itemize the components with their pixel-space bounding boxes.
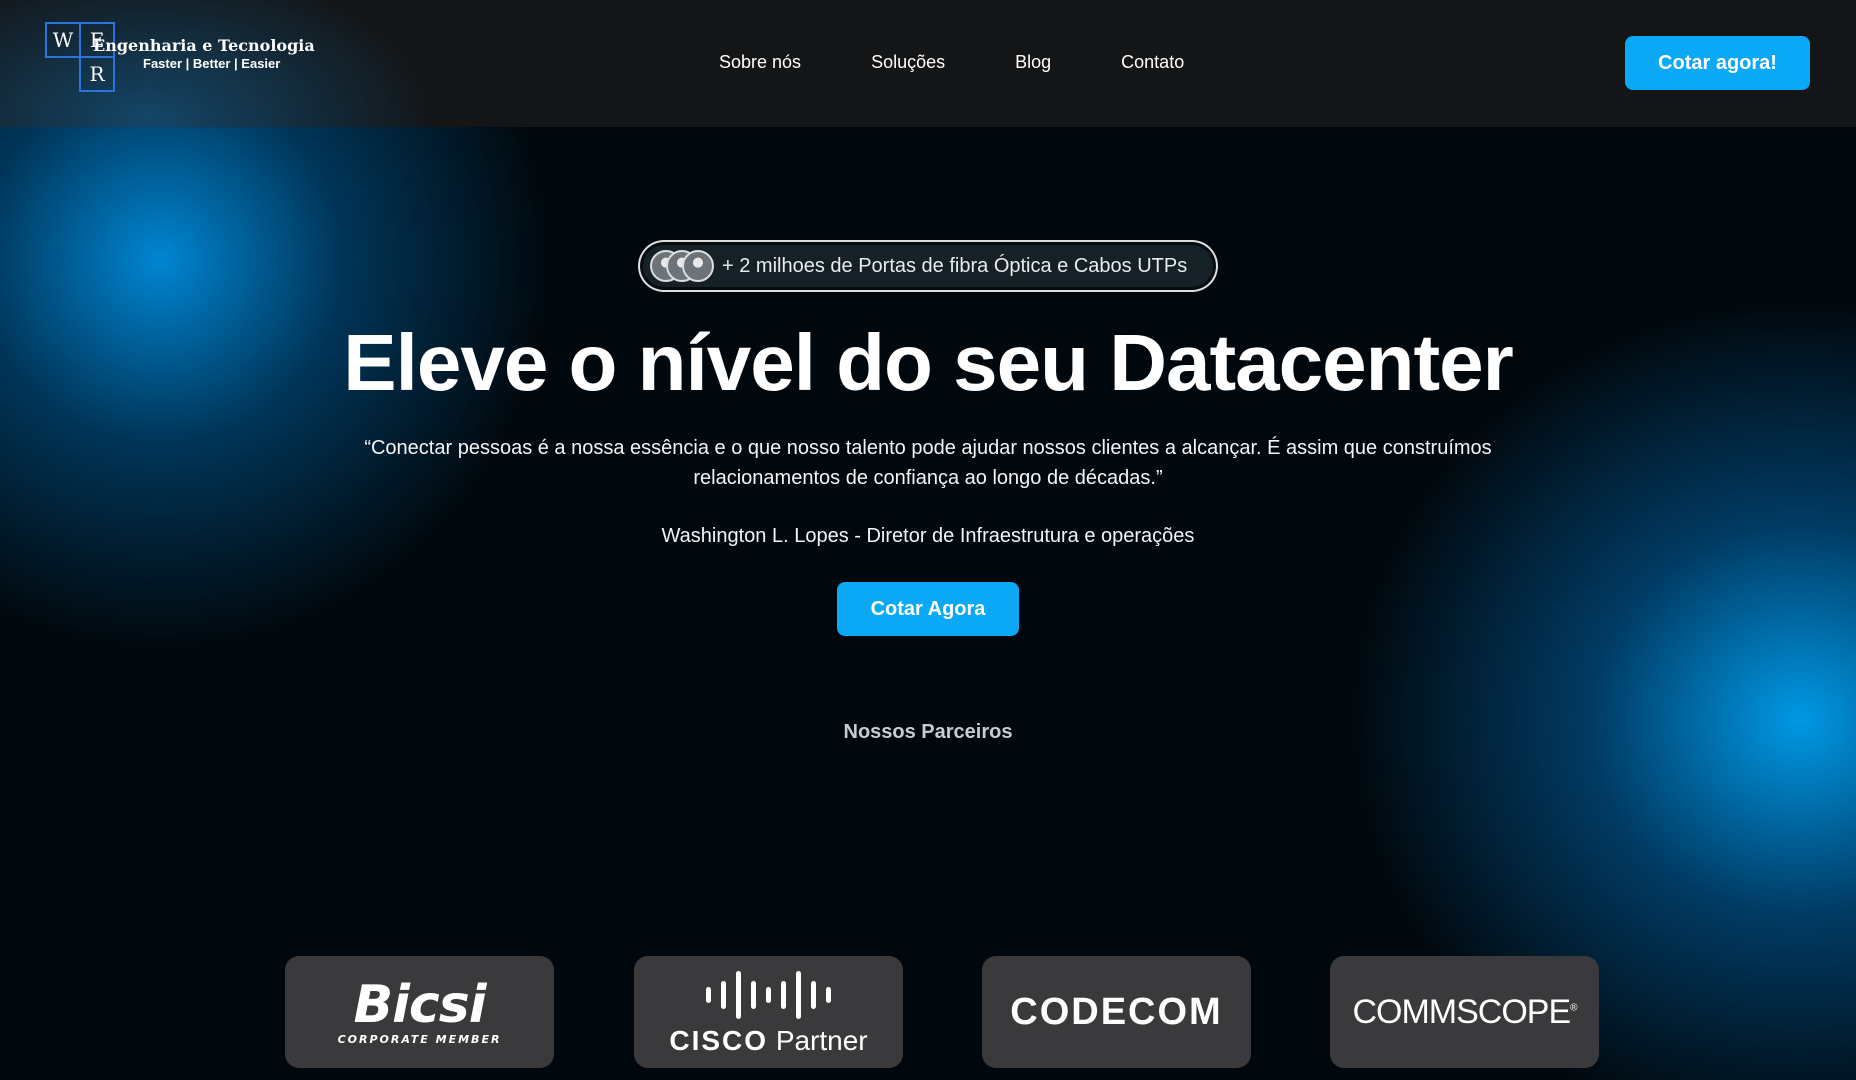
cisco-bars-icon xyxy=(669,967,867,1023)
logo-tagline: Faster | Better | Easier xyxy=(143,56,281,71)
logo-letter-w: W xyxy=(45,22,81,58)
registered-mark-icon: ® xyxy=(1570,1002,1577,1014)
avatar-group xyxy=(650,250,714,282)
hero-title: Eleve o nível do seu Datacenter xyxy=(343,318,1513,407)
partner-card-cisco[interactable]: CISCO Partner xyxy=(634,956,903,1068)
header-quote-button[interactable]: Cotar agora! xyxy=(1625,36,1810,90)
cisco-logo-subtitle: Partner xyxy=(775,1025,868,1056)
nav-link-sobre-nos[interactable]: Sobre nós xyxy=(719,52,801,73)
nav-link-contato[interactable]: Contato xyxy=(1121,52,1184,73)
codecom-logo: CODECOM xyxy=(1010,990,1223,1033)
logo-text: Engenharia e Tecnologia Faster | Better … xyxy=(93,36,315,71)
cisco-logo-name: CISCO xyxy=(669,1025,769,1056)
bicsi-logo-subtitle: CORPORATE MEMBER xyxy=(337,1032,502,1046)
partner-card-commscope[interactable]: COMMSCOPE® xyxy=(1330,956,1599,1068)
bicsi-logo-name: Bicsi xyxy=(353,974,486,1035)
avatar xyxy=(682,250,714,282)
cisco-logo-text: CISCO Partner xyxy=(669,1025,867,1057)
commscope-logo-name: COMMSCOPE xyxy=(1352,992,1571,1031)
company-logo[interactable]: W E R Engenharia e Tecnologia Faster | B… xyxy=(45,22,315,96)
nav-link-solucoes[interactable]: Soluções xyxy=(871,52,945,73)
cisco-logo: CISCO Partner xyxy=(669,967,868,1057)
site-header: W E R Engenharia e Tecnologia Faster | B… xyxy=(0,0,1856,127)
hero-quote-button[interactable]: Cotar Agora xyxy=(837,582,1019,636)
partner-card-bicsi[interactable]: Bicsi CORPORATE MEMBER xyxy=(285,956,554,1068)
hero-quote: “Conectar pessoas é a nossa essência e o… xyxy=(364,437,1492,489)
logo-title: Engenharia e Tecnologia xyxy=(93,36,315,55)
stats-pill: + 2 milhoes de Portas de fibra Óptica e … xyxy=(638,240,1218,292)
main-nav: Sobre nós Soluções Blog Contato xyxy=(719,52,1254,73)
bicsi-logo: Bicsi CORPORATE MEMBER xyxy=(338,979,502,1046)
commscope-logo: COMMSCOPE® xyxy=(1352,992,1577,1032)
quote-author: Washington L. Lopes - Diretor de Infraes… xyxy=(661,525,1195,547)
partner-card-codecom[interactable]: CODECOM xyxy=(982,956,1251,1068)
nav-link-blog[interactable]: Blog xyxy=(1015,52,1051,73)
partners-heading: Nossos Parceiros xyxy=(843,721,1013,743)
stats-pill-text: + 2 milhoes de Portas de fibra Óptica e … xyxy=(722,254,1188,277)
